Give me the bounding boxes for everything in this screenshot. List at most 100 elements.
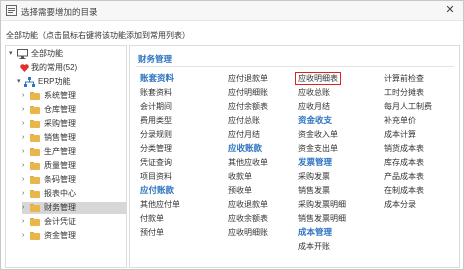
function-item[interactable]: 销售发票 (298, 185, 330, 196)
folder-icon (30, 190, 40, 198)
function-item[interactable]: 库存成本表 (384, 157, 424, 168)
function-item[interactable]: 成本开账 (298, 241, 330, 252)
function-item[interactable]: 应收明细表 (295, 72, 341, 85)
close-icon[interactable]: ✕ (443, 3, 457, 17)
function-item[interactable]: 付款单 (140, 213, 164, 224)
function-item[interactable]: 应付明细账 (228, 87, 268, 98)
folder-icon (30, 106, 40, 114)
function-item[interactable]: 分录规则 (140, 129, 172, 140)
tree-item-quality[interactable]: › 质量管理 (22, 160, 124, 172)
function-item[interactable]: 资金支出单 (298, 143, 338, 154)
function-item[interactable]: 分类管理 (140, 143, 172, 154)
title-bar: 选择需要增加的目录 ✕ (1, 1, 463, 21)
tree-item-label: ERP功能 (38, 77, 71, 86)
tree-item-production[interactable]: › 生产管理 (22, 146, 124, 158)
function-item[interactable]: 采购发票明细 (298, 199, 346, 210)
function-item[interactable]: 销货成本表 (384, 143, 424, 154)
function-item[interactable]: 账套资料 (140, 87, 172, 98)
folder-icon (30, 92, 40, 100)
folder-icon (30, 176, 40, 184)
chevron-right-icon[interactable]: › (22, 146, 24, 158)
tree-item-vouchers[interactable]: › 会计凭证 (22, 216, 124, 228)
function-item[interactable]: 成本计算 (384, 129, 416, 140)
category-heading: 发票管理 (298, 157, 333, 167)
window-title: 选择需要增加的目录 (21, 7, 98, 17)
function-item[interactable]: 应付余额表 (228, 101, 268, 112)
function-item[interactable]: 计算前检查 (384, 73, 424, 84)
function-item[interactable]: 项目资料 (140, 171, 172, 182)
chevron-right-icon[interactable]: › (22, 202, 24, 214)
function-item[interactable]: 采购发票 (298, 171, 330, 182)
function-item[interactable]: 费用类型 (140, 115, 172, 126)
tree-item-label: 仓库管理 (44, 105, 76, 114)
chevron-right-icon[interactable]: › (22, 132, 24, 144)
tree-item-reports[interactable]: › 报表中心 (22, 188, 124, 200)
function-item[interactable]: 每月人工制费 (384, 101, 432, 112)
folder-icon (30, 134, 40, 142)
hierarchy-icon (24, 77, 35, 87)
chevron-right-icon[interactable]: › (22, 216, 24, 228)
tree-root-label: 全部功能 (31, 49, 63, 58)
function-item[interactable]: 工时分摊表 (384, 87, 424, 98)
tree-item-label: 销售管理 (44, 133, 76, 142)
function-item[interactable]: 收款单 (228, 171, 252, 182)
chevron-right-icon[interactable]: › (22, 188, 24, 200)
tree-item-sales[interactable]: › 销售管理 (22, 132, 124, 144)
function-item[interactable]: 补充单价 (384, 115, 416, 126)
tree-item-funds[interactable]: › 资金管理 (22, 230, 124, 242)
function-item[interactable]: 应付月结 (228, 129, 260, 140)
category-heading: 应付账款 (140, 185, 175, 195)
tree-root[interactable]: ▾ 全部功能 (8, 48, 124, 60)
chevron-right-icon[interactable]: › (22, 104, 24, 116)
heart-icon (20, 64, 29, 72)
function-item[interactable]: 在制成本表 (384, 185, 424, 196)
tree-item-favorites[interactable]: 我的常用(52) (16, 62, 124, 74)
folder-icon (30, 120, 40, 128)
tree-item-label: 采购管理 (44, 119, 76, 128)
function-grid: 财务管理 账套资料 账套资料 会计期间 费用类型 分录规则 分类管理 凭证查询 项目资料 应付账… (129, 45, 460, 268)
tree-item-label: 资金管理 (44, 231, 76, 240)
function-item[interactable]: 会计期间 (140, 101, 172, 112)
function-item[interactable]: 预收单 (228, 185, 252, 196)
category-heading: 资金收支 (298, 115, 333, 125)
function-item[interactable]: 销售发票明细 (298, 213, 346, 224)
tree-item-erp[interactable]: ▾ ERP功能 (8, 76, 124, 88)
tree-item-finance[interactable]: › 财务管理 (22, 202, 126, 214)
function-item[interactable]: 应付总账 (228, 115, 260, 126)
tree-item-label: 会计凭证 (44, 217, 76, 226)
function-item[interactable]: 应收余额表 (228, 213, 268, 224)
chevron-right-icon[interactable]: › (22, 230, 24, 242)
tree-item-barcode[interactable]: › 条码管理 (22, 174, 124, 186)
chevron-right-icon[interactable]: › (22, 118, 24, 130)
function-item[interactable]: 其他应付单 (140, 199, 180, 210)
function-item[interactable]: 资金收入单 (298, 129, 338, 140)
function-item[interactable]: 其他应收单 (228, 157, 268, 168)
function-item[interactable]: 应收总账 (298, 87, 330, 98)
tree-item-label: 条码管理 (44, 175, 76, 184)
tree-item-system[interactable]: › 系统管理 (22, 90, 124, 102)
folder-icon (30, 232, 40, 240)
tree-item-label: 质量管理 (44, 161, 76, 170)
function-tree: ▾ 全部功能 我的常用(52) ▾ ERP功能 › 系统管理 › 仓库管理 › … (5, 45, 127, 268)
chevron-down-icon[interactable]: ▾ (17, 76, 21, 88)
function-item[interactable]: 凭证查询 (140, 157, 172, 168)
tree-item-label: 我的常用(52) (31, 63, 78, 72)
function-item[interactable]: 应收明细账 (228, 227, 268, 238)
folder-icon (30, 204, 40, 212)
folder-icon (30, 218, 40, 226)
tree-item-label: 财务管理 (44, 203, 76, 212)
chevron-right-icon[interactable]: › (22, 174, 24, 186)
hint-text: 全部功能（点击鼠标右键将该功能添加到常用列表） (6, 31, 190, 40)
tree-item-warehouse[interactable]: › 仓库管理 (22, 104, 124, 116)
chevron-down-icon[interactable]: ▾ (9, 48, 13, 60)
function-item[interactable]: 应收月结 (298, 101, 330, 112)
function-item[interactable]: 应付退款单 (228, 73, 268, 84)
tree-item-purchase[interactable]: › 采购管理 (22, 118, 124, 130)
chevron-right-icon[interactable]: › (22, 160, 24, 172)
function-item[interactable]: 成本分录 (384, 199, 416, 210)
function-item[interactable]: 产品成本表 (384, 171, 424, 182)
chevron-right-icon[interactable]: › (22, 90, 24, 102)
function-item[interactable]: 预付单 (140, 227, 164, 238)
category-heading: 应收账款 (228, 143, 263, 153)
function-item[interactable]: 应收退款单 (228, 199, 268, 210)
